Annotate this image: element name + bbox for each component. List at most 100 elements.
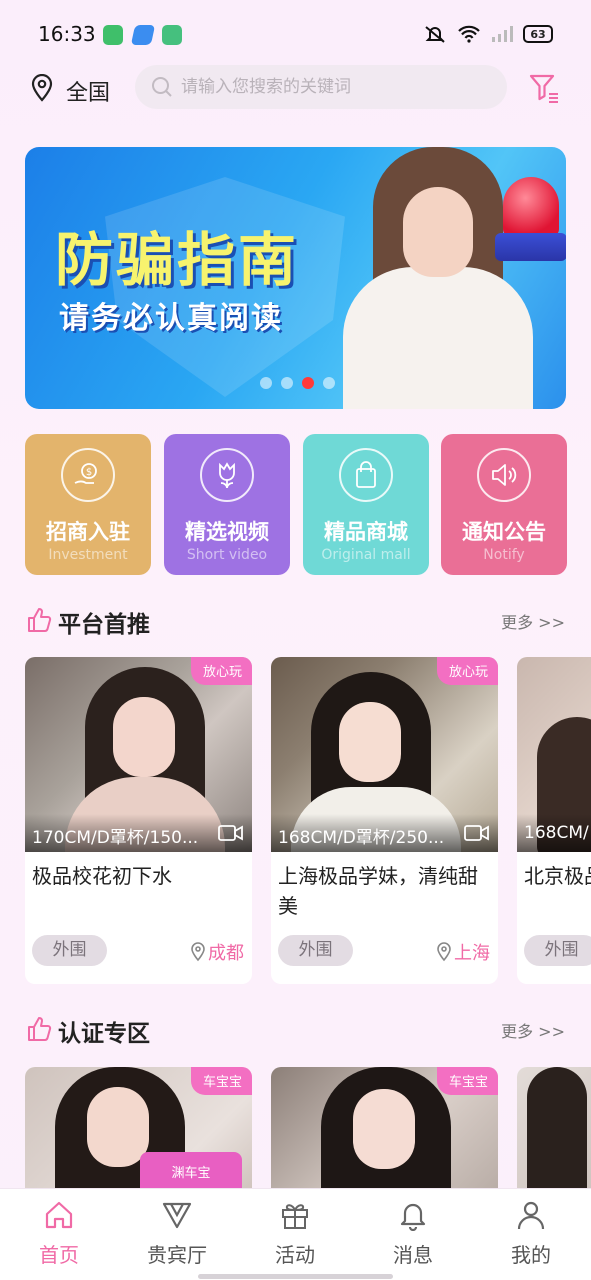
tab-home[interactable]: 首页 xyxy=(9,1199,109,1268)
profile-photo xyxy=(517,1067,591,1188)
location-pin-icon[interactable] xyxy=(30,74,54,102)
verified-card-row: 渊车宝 车宝宝 车宝宝 xyxy=(0,1067,591,1188)
status-time: 16:33 xyxy=(38,22,96,46)
mute-icon xyxy=(425,26,445,43)
profile-photo: 168CM/ xyxy=(517,657,591,852)
card-city: 上海 xyxy=(436,939,490,965)
sign-card: 渊车宝 xyxy=(140,1152,242,1188)
section-title: 平台首推 xyxy=(58,612,150,638)
carousel-dot[interactable] xyxy=(260,377,272,389)
speaker-icon xyxy=(477,448,531,502)
location-pin-icon xyxy=(437,942,451,962)
more-link[interactable]: 更多 >> xyxy=(501,609,565,633)
profile-photo: 放心玩 168CM/D罩杯/250... xyxy=(271,657,498,852)
profile-photo: 车宝宝 xyxy=(271,1067,498,1188)
category-notify[interactable]: 通知公告 Notify xyxy=(441,434,567,575)
profile-card[interactable]: 放心玩 168CM/D罩杯/250... 上海极品学妹，清纯甜美 外围 上海 xyxy=(271,657,498,984)
category-investment[interactable]: $ 招商入驻 Investment xyxy=(25,434,151,575)
key-app-icon xyxy=(162,25,182,45)
bell-icon xyxy=(400,1203,426,1232)
category-subtitle: Notify xyxy=(483,547,525,563)
tab-label: 我的 xyxy=(511,1243,551,1267)
banner-title: 防骗指南 xyxy=(55,226,300,294)
profile-card[interactable]: 放心玩 170CM/D罩杯/150... 极品校花初下水 外围 成都 xyxy=(25,657,252,984)
tab-label: 消息 xyxy=(393,1243,433,1267)
card-city: 成都 xyxy=(190,939,244,965)
shield-app-icon xyxy=(103,25,123,45)
bottom-tab-bar: 首页 贵宾厅 活动 消息 我的 xyxy=(0,1188,591,1280)
category-title: 精选视频 xyxy=(185,520,269,544)
card-title: 极品校花初下水 xyxy=(32,864,172,888)
tab-label: 活动 xyxy=(275,1243,315,1267)
carousel-dot[interactable] xyxy=(323,377,335,389)
carousel-dot-active[interactable] xyxy=(302,377,314,389)
thumbs-up-icon xyxy=(28,1017,52,1041)
category-title: 通知公告 xyxy=(462,520,546,544)
siren-icon xyxy=(495,167,566,277)
tab-activity[interactable]: 活动 xyxy=(245,1199,345,1268)
top-bar: 全国 xyxy=(0,64,591,112)
gift-icon xyxy=(282,1204,308,1229)
video-camera-icon xyxy=(218,825,243,841)
v-icon xyxy=(162,1202,192,1229)
svg-text:$: $ xyxy=(86,467,92,478)
location-selector[interactable]: 全国 xyxy=(66,75,110,107)
category-mall[interactable]: 精品商城 Original mall xyxy=(303,434,429,575)
video-camera-icon xyxy=(464,825,489,841)
card-tag: 放心玩 xyxy=(190,657,252,685)
search-input[interactable] xyxy=(181,65,491,109)
search-bar[interactable] xyxy=(135,65,507,109)
recommend-card-row: 放心玩 170CM/D罩杯/150... 极品校花初下水 外围 成都 放心玩 1… xyxy=(0,657,591,984)
more-link[interactable]: 更多 >> xyxy=(501,1018,565,1042)
category-title: 精品商城 xyxy=(324,520,408,544)
blue-app-icon xyxy=(130,25,156,45)
card-caption: 168CM/ xyxy=(517,814,591,852)
card-tag: 车宝宝 xyxy=(436,1067,498,1095)
section-title: 认证专区 xyxy=(58,1021,150,1047)
tab-label: 首页 xyxy=(39,1243,79,1267)
category-short-video[interactable]: 精选视频 Short video xyxy=(164,434,290,575)
home-indicator xyxy=(198,1274,393,1279)
promo-banner[interactable]: 防骗指南 请务必认真阅读 xyxy=(25,147,566,409)
signal-icon xyxy=(492,26,513,42)
home-icon xyxy=(45,1201,73,1229)
profile-card[interactable] xyxy=(517,1067,591,1188)
tab-messages[interactable]: 消息 xyxy=(363,1199,463,1268)
card-badge: 外围 xyxy=(278,935,353,966)
location-pin-icon xyxy=(191,942,205,962)
card-badge: 外围 xyxy=(32,935,107,966)
recommend-section-header: 平台首推 更多 >> xyxy=(0,601,591,641)
banner-subtitle: 请务必认真阅读 xyxy=(59,301,283,336)
card-tag: 车宝宝 xyxy=(190,1067,252,1095)
card-title: 上海极品学妹，清纯甜美 xyxy=(278,864,478,918)
city-label: 成都 xyxy=(208,943,244,964)
status-bar: 16:33 63 xyxy=(0,0,591,66)
card-badge: 外围 xyxy=(524,935,591,966)
city-label: 上海 xyxy=(454,943,490,964)
tab-vip[interactable]: 贵宾厅 xyxy=(127,1199,227,1268)
money-hand-icon: $ xyxy=(61,448,115,502)
tulip-icon xyxy=(200,448,254,502)
filter-icon[interactable] xyxy=(528,72,560,104)
battery-icon: 63 xyxy=(523,25,553,43)
wifi-icon xyxy=(458,25,480,43)
category-title: 招商入驻 xyxy=(46,520,130,544)
verified-section-header: 认证专区 更多 >> xyxy=(0,1010,591,1050)
person-icon xyxy=(517,1201,545,1230)
profile-photo: 放心玩 170CM/D罩杯/150... xyxy=(25,657,252,852)
carousel-dot[interactable] xyxy=(281,377,293,389)
profile-card[interactable]: 车宝宝 xyxy=(271,1067,498,1188)
card-tag: 放心玩 xyxy=(436,657,498,685)
search-icon xyxy=(152,77,172,97)
tab-label: 贵宾厅 xyxy=(147,1243,207,1267)
tab-profile[interactable]: 我的 xyxy=(481,1199,581,1268)
category-subtitle: Short video xyxy=(186,547,268,563)
category-subtitle: Investment xyxy=(48,547,128,563)
profile-card[interactable]: 168CM/ 北京极品水，B紧 外围 xyxy=(517,657,591,984)
profile-photo: 渊车宝 车宝宝 xyxy=(25,1067,252,1188)
thumbs-up-icon xyxy=(28,608,52,632)
card-title: 北京极品水，B紧 xyxy=(524,864,591,888)
shopping-bag-icon xyxy=(339,448,393,502)
profile-card[interactable]: 渊车宝 车宝宝 xyxy=(25,1067,252,1188)
status-indicators: 63 xyxy=(423,24,553,44)
